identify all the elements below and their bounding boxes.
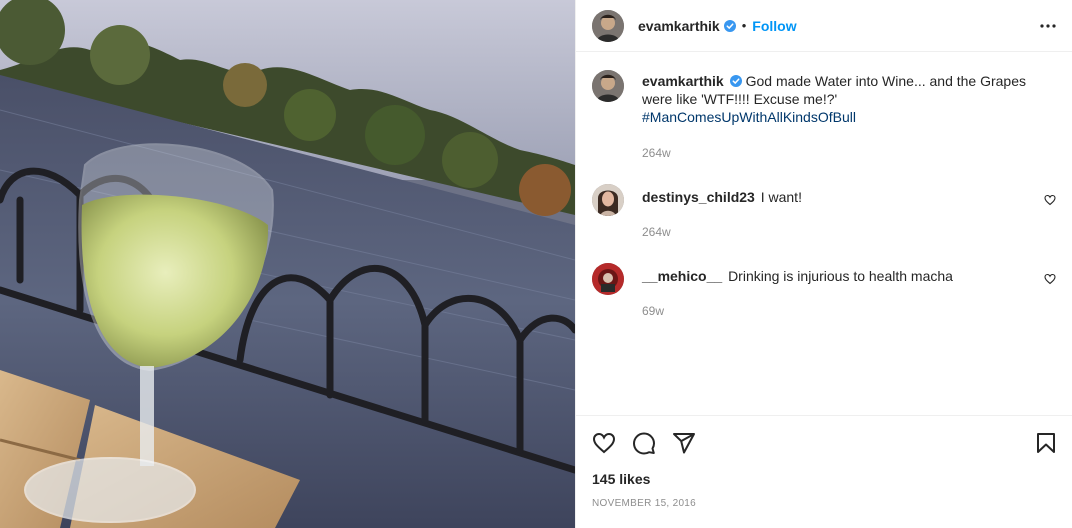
comment-text: Drinking is injurious to health macha <box>728 268 953 284</box>
commenter-avatar[interactable] <box>592 263 624 295</box>
comment-item: __mehico__ Drinking is injurious to heal… <box>592 263 1056 320</box>
share-icon[interactable] <box>672 431 696 455</box>
more-options-icon[interactable] <box>1038 16 1058 36</box>
verified-badge-icon <box>729 75 742 87</box>
comment-like-heart-icon[interactable] <box>1044 273 1056 285</box>
caption-timestamp[interactable]: 264w <box>642 144 1032 162</box>
post-photo[interactable] <box>0 0 575 528</box>
bookmark-icon[interactable] <box>1034 431 1058 455</box>
comments-section: evamkarthik God made Water into Wine... … <box>576 52 1072 415</box>
author-avatar[interactable] <box>592 9 624 42</box>
heart-icon[interactable] <box>592 431 616 455</box>
caption-username[interactable]: evamkarthik <box>642 73 724 89</box>
post-sidebar: evamkarthik • Follow evamkarthik God mad… <box>575 0 1072 528</box>
comment-username[interactable]: __mehico__ <box>642 268 722 284</box>
likes-count[interactable]: 145 likes <box>592 471 650 487</box>
wine-by-lake-image <box>0 0 575 528</box>
caption-avatar[interactable] <box>592 70 624 102</box>
comment-icon[interactable] <box>632 431 656 455</box>
separator-dot: • <box>741 18 747 33</box>
comment-item: destinys_child23 I want! 264w <box>592 184 1056 241</box>
author-username[interactable]: evamkarthik <box>638 18 720 34</box>
follow-button[interactable]: Follow <box>752 18 796 34</box>
caption: evamkarthik God made Water into Wine... … <box>592 70 1056 162</box>
post-date[interactable]: NOVEMBER 15, 2016 <box>592 498 696 509</box>
post-actions: 145 likes NOVEMBER 15, 2016 <box>576 415 1072 528</box>
comment-timestamp[interactable]: 264w <box>642 223 1032 241</box>
action-icons-row <box>592 431 1058 455</box>
commenter-avatar[interactable] <box>592 184 624 216</box>
comment-timestamp[interactable]: 69w <box>642 302 1032 320</box>
post-header: evamkarthik • Follow <box>576 0 1072 52</box>
post-container: evamkarthik • Follow evamkarthik God mad… <box>0 0 1072 528</box>
comment-like-heart-icon[interactable] <box>1044 194 1056 206</box>
caption-hashtag[interactable]: #ManComesUpWithAllKindsOfBull <box>642 109 856 125</box>
comment-text: I want! <box>760 189 802 205</box>
comment-username[interactable]: destinys_child23 <box>642 189 755 205</box>
verified-badge-icon <box>723 19 736 32</box>
